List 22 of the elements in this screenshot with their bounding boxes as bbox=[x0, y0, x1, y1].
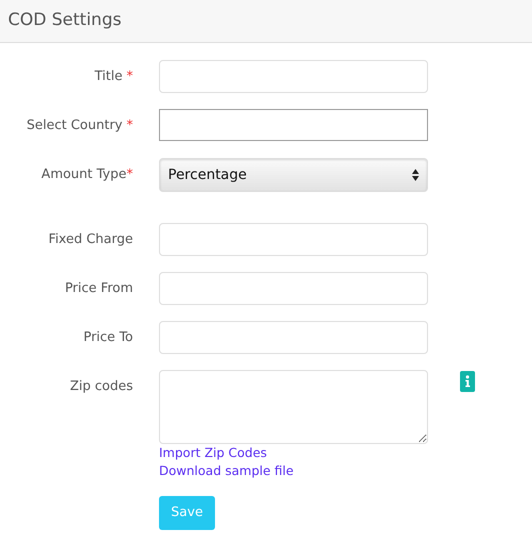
field-label: Price From bbox=[64, 280, 133, 298]
text-field[interactable] bbox=[159, 321, 428, 354]
zip-codes-field[interactable] bbox=[159, 370, 428, 444]
page-title: COD Settings bbox=[8, 9, 122, 32]
required-mark: * bbox=[126, 68, 133, 86]
required-mark: * bbox=[126, 116, 133, 135]
field-label: Fixed Charge bbox=[48, 230, 133, 249]
field-label: Zip codes bbox=[70, 378, 133, 396]
field-label: Amount Type bbox=[41, 166, 126, 184]
country-field[interactable] bbox=[159, 109, 428, 141]
field-label: Title bbox=[94, 68, 122, 86]
field-label: Price To bbox=[83, 328, 133, 347]
link[interactable]: Download sample file bbox=[159, 462, 294, 480]
text-field[interactable] bbox=[159, 223, 428, 256]
amount-type-select[interactable]: Percentage bbox=[159, 158, 428, 192]
link[interactable]: Import Zip Codes bbox=[159, 444, 267, 462]
field-label: Select Country bbox=[26, 116, 122, 135]
text-field[interactable] bbox=[159, 60, 428, 93]
updown-caret-icon bbox=[412, 169, 419, 181]
required-mark: * bbox=[126, 166, 133, 184]
info-icon[interactable] bbox=[460, 371, 475, 392]
text-field[interactable] bbox=[159, 272, 428, 305]
